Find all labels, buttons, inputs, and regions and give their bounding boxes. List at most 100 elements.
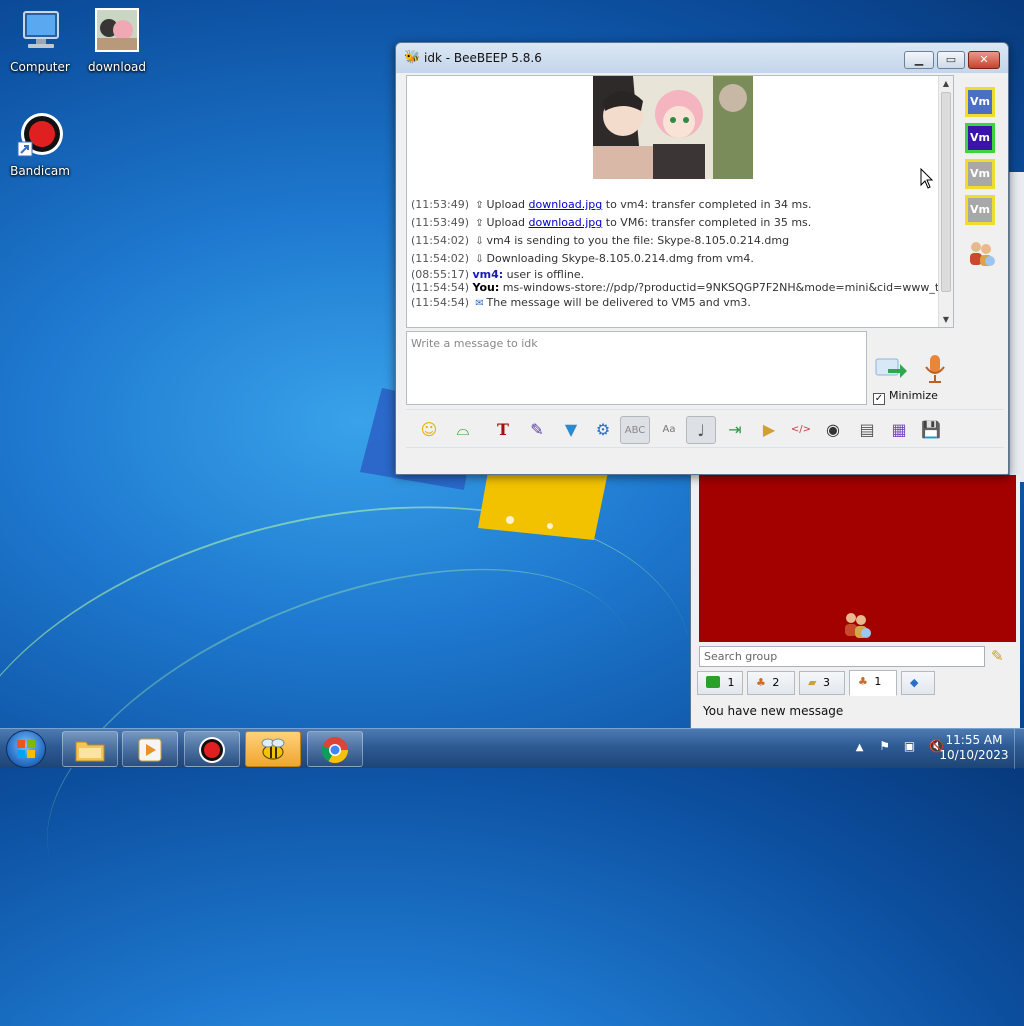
tab-members[interactable]: ♣ 1 (849, 670, 897, 696)
message-row: (11:54:54) You: ms-windows-store://pdp/?… (411, 281, 954, 294)
microphone-icon (925, 355, 945, 383)
computer-icon (16, 8, 64, 56)
save-chat-notes-button[interactable]: ▦ (884, 416, 914, 444)
taskbar-chrome[interactable] (307, 731, 363, 767)
minimize-window-button[interactable]: ▁ (904, 51, 934, 69)
folder-icon (75, 741, 105, 762)
chrome-icon (321, 737, 349, 764)
message-row: (11:54:02) ⇩ Downloading Skype-8.105.0.21… (411, 250, 931, 268)
send-arrow-icon (875, 358, 907, 378)
bandicam-icon (199, 737, 225, 763)
message-row: (11:54:54) ✉ The message will be delivere… (411, 294, 931, 312)
chat-scrollbar[interactable]: ▲ ▼ (938, 76, 953, 327)
desktop-icon-label: Computer (10, 60, 70, 74)
tab-network[interactable]: ◆ (901, 671, 935, 695)
upload-icon: ⇪ (475, 218, 484, 229)
save-chat-button[interactable]: 💾 (916, 416, 946, 444)
tab-groups[interactable]: ♣ 2 (747, 671, 795, 695)
mouse-cursor-icon (920, 168, 934, 189)
beebeep-app-icon: 🐝 (404, 50, 421, 65)
show-desktop-button[interactable] (1014, 729, 1024, 769)
sender-name: You: (472, 281, 500, 294)
panel-tabs: 1 ♣ 2 ▰ 3 ♣ 1 ◆ (697, 670, 1017, 696)
clear-chat-button[interactable]: ▤ (852, 416, 882, 444)
taskbar: ▲ ⚑ ▣ 🔇 11:55 AM 10/10/2023 (0, 728, 1024, 769)
chat-members-panel: Vm Vm Vm Vm (958, 75, 1004, 405)
bandicam-icon (16, 112, 64, 160)
send-message-button[interactable] (874, 355, 908, 383)
font-button[interactable]: T (488, 416, 518, 444)
minimize-checkbox[interactable]: ✓ Minimize (873, 389, 938, 405)
media-player-icon (138, 738, 162, 762)
chat-history[interactable]: (11:53:49) ⇪ Upload download.jpg to vm4: … (406, 75, 954, 328)
envelope-icon: ✉ (475, 298, 484, 309)
html-button[interactable]: </> (786, 416, 816, 444)
member-vm3[interactable]: Vm (965, 195, 995, 225)
users-group-icon (845, 613, 871, 638)
search-group-input[interactable]: Search group (699, 646, 985, 667)
background-window-edge (1009, 172, 1024, 482)
clock[interactable]: 11:55 AM 10/10/2023 (934, 733, 1014, 763)
word-complete-button[interactable]: Aa (654, 416, 684, 444)
show-hidden-icons-chevron-icon[interactable]: ▲ (856, 742, 864, 753)
screenshot-button[interactable]: ◉ (818, 416, 848, 444)
beebeep-bee-icon (261, 738, 285, 760)
tab-users[interactable]: 1 (697, 671, 743, 695)
color-palette-button[interactable]: ✎ (522, 416, 552, 444)
user-list-panel: Search group ✎ 1 ♣ 2 ▰ 3 ♣ 1 ◆ You have … (690, 475, 1020, 728)
window-title: idk - BeeBEEP 5.8.6 (424, 51, 542, 65)
scrollbar-thumb[interactable] (941, 92, 951, 292)
window-statusbar (406, 447, 1004, 469)
system-tray: ▲ ⚑ ▣ 🔇 (856, 739, 944, 753)
taskbar-bandicam[interactable] (184, 731, 240, 767)
taskbar-explorer[interactable] (62, 731, 118, 767)
file-link[interactable]: download.jpg (529, 198, 603, 211)
file-link[interactable]: download.jpg (529, 216, 603, 229)
maximize-window-button[interactable]: ▭ (937, 51, 965, 69)
desktop-icon-computer[interactable]: Computer (0, 8, 80, 74)
status-message: You have new message (703, 704, 844, 718)
scroll-up-arrow-icon[interactable]: ▲ (939, 76, 953, 91)
settings-gear-icon[interactable]: ⚙ (588, 416, 618, 444)
group-icon: ♣ (756, 676, 766, 689)
filter-button[interactable]: ▼ (556, 416, 586, 444)
taskbar-beebeep[interactable] (245, 731, 301, 767)
message-row: (11:53:49) ⇪ Upload download.jpg to VM6: … (411, 214, 931, 232)
upload-icon: ⇪ (475, 200, 484, 211)
send-file-button[interactable]: ⇥ (720, 416, 750, 444)
message-input[interactable]: Write a message to idk (406, 331, 867, 405)
network-icon[interactable]: ▣ (904, 739, 915, 753)
taskbar-media-player[interactable] (122, 731, 178, 767)
message-row: (11:53:49) ⇪ Upload download.jpg to vm4: … (411, 196, 931, 214)
file-transfer-icon: ⇩ (475, 236, 484, 247)
send-folder-button[interactable]: ▶ (754, 416, 784, 444)
member-vm6[interactable]: Vm (965, 123, 995, 153)
message-list: (11:53:49) ⇪ Upload download.jpg to vm4: … (411, 196, 954, 312)
scroll-down-arrow-icon[interactable]: ▼ (939, 312, 953, 327)
start-button[interactable] (6, 730, 46, 768)
network-icon: ◆ (910, 676, 919, 689)
nudge-button[interactable]: ⌓ (448, 416, 478, 444)
window-titlebar[interactable]: 🐝 idk - BeeBEEP 5.8.6 ▁ ▭ ✕ (396, 43, 1008, 73)
desktop-icon-download[interactable]: download (77, 8, 157, 74)
message-row: (08:55:17) vm4: user is offline. (411, 268, 585, 281)
checkbox[interactable]: ✓ (873, 393, 885, 405)
close-window-button[interactable]: ✕ (968, 51, 1000, 69)
clear-search-broom-icon[interactable]: ✎ (991, 647, 1009, 667)
image-file-icon (93, 8, 141, 56)
emoticon-button[interactable]: ☺ (414, 416, 444, 444)
sound-button[interactable]: ♩ (686, 416, 716, 444)
chat-window: 🐝 idk - BeeBEEP 5.8.6 ▁ ▭ ✕ (11:53:49) ⇪… (395, 42, 1009, 475)
user-list-area[interactable] (699, 475, 1016, 642)
received-image[interactable] (593, 76, 753, 179)
download-icon: ⇩ (475, 254, 484, 265)
add-members-icon[interactable] (966, 239, 996, 267)
tab-chats[interactable]: ▰ 3 (799, 671, 845, 695)
member-vm5[interactable]: Vm (965, 159, 995, 189)
spellcheck-button[interactable]: ABC (620, 416, 650, 444)
desktop-icon-bandicam[interactable]: Bandicam (0, 112, 80, 178)
clock-date: 10/10/2023 (939, 748, 1009, 762)
action-center-flag-icon[interactable]: ⚑ (879, 739, 890, 753)
voice-message-button[interactable] (922, 353, 948, 385)
member-vm4[interactable]: Vm (965, 87, 995, 117)
